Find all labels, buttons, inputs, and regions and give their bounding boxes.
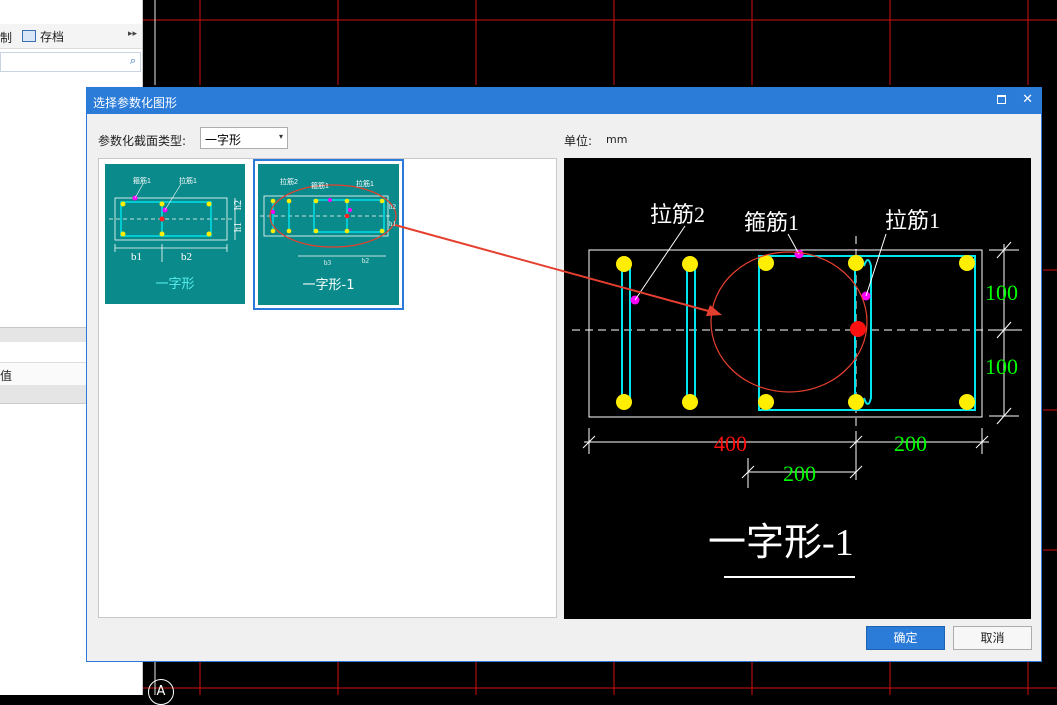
preview-h1-dimension: 100 [985, 354, 1018, 379]
shape-preview: 拉筋2 箍筋1 拉筋1 100 100 400 200 200 一字形-1 [564, 158, 1031, 619]
thumbnail-1-stirrup-label: 箍筋1 [133, 176, 151, 185]
close-icon[interactable]: ✕ [1022, 93, 1033, 107]
thumbnail-1-tie1-label: 拉筋1 [179, 176, 197, 185]
thumbnail-2-tie1-label: 拉筋1 [356, 179, 374, 188]
thumbnail-1-b1-label: b1 [131, 251, 142, 263]
preview-b-total-dimension: 400 [714, 431, 747, 456]
parametric-shape-dialog: 选择参数化图形 ✕ 参数化截面类型: 一字形 ▾ 单位: mm 箍筋1 拉筋1 … [86, 87, 1042, 662]
preview-b3-dimension: 200 [783, 461, 816, 486]
thumbnail-yizixing-1[interactable]: 拉筋2 箍筋1 拉筋1 b3 b2 h2 h1 一字形-1 [258, 164, 399, 305]
thumbnail-2-h2-label: h2 [389, 203, 397, 211]
thumbnail-list: 箍筋1 拉筋1 b1 b2 h1 h2 一字形 拉筋2 箍筋1 拉筋1 b3 b… [98, 158, 557, 618]
preview-b2-dimension: 200 [894, 431, 927, 456]
search-icon[interactable]: ⌕ [130, 54, 136, 68]
thumbnail-2-stirrup-label: 箍筋1 [311, 181, 329, 190]
search-input[interactable]: ⌕ [0, 52, 141, 72]
left-toolbar: 制 存档 ▸▸ [0, 24, 142, 49]
maximize-icon[interactable] [997, 95, 1007, 105]
more-icon[interactable]: ▸▸ [128, 29, 137, 39]
thumbnail-1-b2-label: b2 [181, 251, 192, 263]
section-type-select[interactable]: 一字形 ▾ [200, 127, 288, 149]
thumbnail-yizixing-1-selected[interactable]: 拉筋2 箍筋1 拉筋1 b3 b2 h2 h1 一字形-1 [253, 159, 404, 310]
shape-preview-drawing: 拉筋2 箍筋1 拉筋1 100 100 400 200 200 一字形-1 [572, 202, 1022, 578]
thumbnail-yizixing[interactable]: 箍筋1 拉筋1 b1 b2 h1 h2 一字形 [105, 164, 245, 304]
save-button[interactable]: 存档 [22, 28, 64, 44]
preview-tie2-label: 拉筋2 [650, 202, 705, 227]
chevron-down-icon: ▾ [278, 132, 283, 141]
thumbnail-1-h1-label: h1 [233, 222, 244, 232]
unit-label: 单位: [564, 134, 593, 148]
section-type-value: 一字形 [205, 133, 242, 147]
thumbnail-2-tie2-label: 拉筋2 [280, 177, 298, 186]
section-type-label: 参数化截面类型: [98, 134, 187, 148]
thumbnail-2-b2-label: b2 [362, 257, 370, 265]
dialog-title: 选择参数化图形 [93, 96, 178, 110]
thumbnail-1-h2-label: h2 [233, 200, 244, 210]
axis-bubble: A [148, 679, 174, 705]
thumbnail-2-h1-label: h1 [389, 220, 397, 228]
save-icon [22, 30, 36, 42]
thumbnail-yizixing-1-caption: 一字形-1 [302, 278, 355, 293]
property-row-label: 值 [0, 369, 13, 383]
ok-button[interactable]: 确定 [866, 626, 945, 650]
dialog-titlebar: 选择参数化图形 ✕ [87, 88, 1041, 114]
thumbnail-yizixing-caption: 一字形 [155, 277, 195, 292]
thumbnail-2-b3-label: b3 [324, 259, 332, 267]
preview-stirrup-label: 箍筋1 [744, 210, 799, 235]
preview-tie1-label: 拉筋1 [885, 208, 940, 233]
unit-value: mm [606, 133, 628, 146]
save-label: 存档 [40, 29, 65, 44]
toolbar-partial-label[interactable]: 制 [0, 29, 12, 46]
preview-title: 一字形-1 [708, 522, 854, 564]
preview-h2-dimension: 100 [985, 280, 1018, 305]
cancel-button[interactable]: 取消 [953, 626, 1032, 650]
